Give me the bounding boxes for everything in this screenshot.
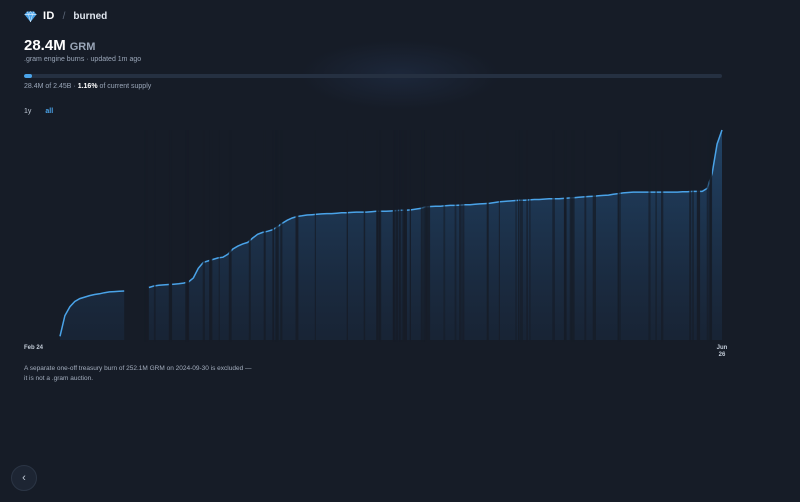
- data-gap-stripe: [209, 130, 213, 342]
- x-tick-label: Feb 24: [24, 345, 44, 351]
- data-gap-stripe: [526, 130, 528, 342]
- data-gap-stripe: [263, 130, 266, 342]
- data-gap-stripe: [443, 130, 446, 342]
- x-tick-label: Jun: [717, 345, 728, 351]
- data-gap-stripe: [486, 130, 489, 342]
- data-gap-stripe: [153, 130, 156, 342]
- burn-area: [60, 130, 722, 340]
- data-gap-stripe: [420, 130, 422, 342]
- x-tick-label: 26: [719, 352, 726, 358]
- data-gap-stripe: [403, 130, 407, 342]
- burn-chart: Feb 24 Jun26: [24, 129, 728, 358]
- data-gap-stripe: [395, 130, 399, 342]
- data-gap-stripe: [617, 130, 621, 342]
- data-gap-stripe: [519, 130, 523, 342]
- data-gap-stripe: [709, 130, 713, 342]
- data-gap-stripe: [564, 130, 567, 342]
- data-gap-stripe: [424, 130, 426, 342]
- data-gap-stripe: [228, 130, 232, 342]
- data-gap-stripe: [691, 130, 694, 342]
- data-gap-stripe: [218, 130, 220, 342]
- footnote: A separate one-off treasury burn of 252.…: [24, 364, 284, 384]
- data-gap-stripe: [518, 130, 520, 342]
- data-gap-stripe: [187, 130, 189, 342]
- data-gap-stripe: [571, 130, 575, 342]
- data-gap-stripe: [706, 130, 709, 342]
- data-gap-stripe: [552, 130, 555, 342]
- data-gap-stripe: [529, 130, 531, 342]
- data-gap-stripe: [393, 130, 395, 342]
- data-gap-stripe: [696, 130, 701, 342]
- back-button[interactable]: ‹: [11, 465, 37, 491]
- data-gap-stripe: [295, 130, 299, 342]
- data-gap-stripe: [314, 130, 316, 342]
- data-gap-stripe: [655, 130, 657, 342]
- data-gap-stripe: [169, 130, 172, 342]
- data-gap-stripe: [462, 130, 465, 342]
- data-gap-stripe: [276, 130, 279, 342]
- data-gap-stripe: [202, 130, 205, 342]
- data-gap-stripe: [454, 130, 457, 342]
- data-gap-stripe: [661, 130, 664, 342]
- data-gap-stripe: [379, 130, 382, 342]
- data-gap-stripe: [280, 130, 283, 342]
- data-gap-stripe: [648, 130, 651, 342]
- data-gap-stripe: [144, 130, 148, 342]
- data-gap-stripe: [459, 130, 462, 342]
- data-gap-stripe: [409, 130, 411, 342]
- data-gap-stripe: [248, 130, 251, 342]
- data-gap-stripe: [426, 130, 431, 342]
- footnote-line-2: it is not a .gram auction.: [24, 375, 94, 382]
- data-gap-stripe: [363, 130, 366, 342]
- footnote-line-1: A separate one-off treasury burn of 252.…: [24, 365, 252, 372]
- data-gap-stripe: [592, 130, 596, 342]
- data-gap-stripe: [346, 130, 348, 342]
- data-gap-stripe: [422, 130, 425, 342]
- data-gap-stripe: [498, 130, 500, 342]
- data-gap-stripe: [515, 130, 517, 342]
- data-gap-stripe: [584, 130, 587, 342]
- data-gap-stripe: [272, 130, 275, 342]
- data-gap-stripe: [689, 130, 691, 342]
- data-gap-stripe: [399, 130, 402, 342]
